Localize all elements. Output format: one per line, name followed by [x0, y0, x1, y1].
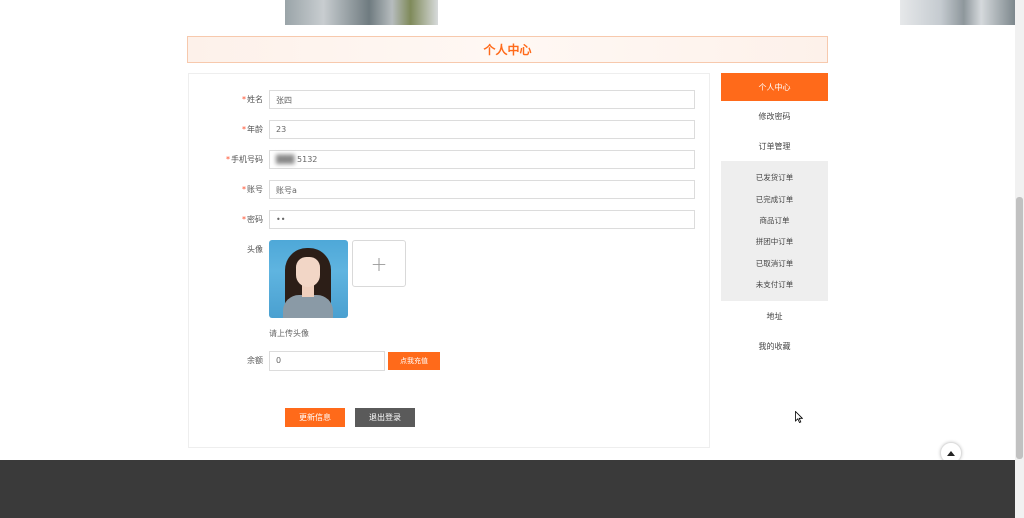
side-menu: 个人中心 修改密码 订单管理 已发货订单 已完成订单 商品订单 拼团中订单 已取… — [721, 73, 828, 361]
avatar-image[interactable] — [269, 240, 348, 318]
age-label: *年龄 — [242, 125, 263, 134]
menu-item-order-management[interactable]: 订单管理 — [721, 131, 828, 161]
name-row: *姓名 张四 — [189, 90, 711, 110]
menu-item-favorites[interactable]: 我的收藏 — [721, 331, 828, 361]
phone-value: 5132 — [297, 155, 318, 164]
age-row: *年龄 23 — [189, 120, 711, 140]
plus-icon: + — [370, 251, 388, 276]
footer — [0, 460, 1015, 518]
page-title-bar: 个人中心 — [187, 36, 828, 63]
submenu-item-group-buying[interactable]: 拼团中订单 — [721, 231, 828, 252]
avatar-upload-button[interactable]: + — [352, 240, 406, 287]
phone-label: *手机号码 — [226, 155, 263, 164]
logout-button[interactable]: 退出登录 — [355, 408, 415, 427]
page: 个人中心 *姓名 张四 *年龄 23 *手机号码 ███ 5132 *账号 账号… — [0, 0, 1024, 518]
password-input[interactable]: •• — [269, 210, 695, 229]
submenu-item-completed[interactable]: 已完成订单 — [721, 188, 828, 209]
submenu-item-cancelled[interactable]: 已取消订单 — [721, 253, 828, 274]
account-row: *账号 账号a — [189, 180, 711, 200]
phone-input[interactable]: ███ 5132 — [269, 150, 695, 169]
menu-item-change-password[interactable]: 修改密码 — [721, 101, 828, 131]
submenu-item-product-orders[interactable]: 商品订单 — [721, 210, 828, 231]
profile-form: *姓名 张四 *年龄 23 *手机号码 ███ 5132 *账号 账号a *密码… — [188, 73, 710, 448]
submenu-item-shipped[interactable]: 已发货订单 — [721, 167, 828, 188]
account-input[interactable]: 账号a — [269, 180, 695, 199]
submenu-item-unpaid[interactable]: 未支付订单 — [721, 274, 828, 295]
age-input[interactable]: 23 — [269, 120, 695, 139]
recharge-button[interactable]: 点我充值 — [388, 352, 440, 370]
banner-image-right — [900, 0, 1016, 25]
name-label: *姓名 — [242, 95, 263, 104]
phone-row: *手机号码 ███ 5132 — [189, 150, 711, 170]
menu-item-profile[interactable]: 个人中心 — [721, 73, 828, 101]
password-label: *密码 — [242, 215, 263, 224]
balance-input[interactable]: 0 — [269, 351, 385, 371]
avatar-label: 头像 — [247, 245, 263, 254]
balance-label: 余额 — [247, 356, 263, 365]
update-info-button[interactable]: 更新信息 — [285, 408, 345, 427]
upload-hint: 请上传头像 — [269, 329, 309, 338]
banner-image-left — [285, 0, 438, 25]
account-label: *账号 — [242, 185, 263, 194]
name-input[interactable]: 张四 — [269, 90, 695, 109]
page-title: 个人中心 — [483, 43, 532, 57]
order-submenu: 已发货订单 已完成订单 商品订单 拼团中订单 已取消订单 未支付订单 — [721, 161, 828, 302]
mouse-pointer-icon — [795, 411, 803, 423]
chevron-up-icon — [947, 450, 955, 456]
password-row: *密码 •• — [189, 210, 711, 230]
scrollbar-thumb[interactable] — [1016, 197, 1023, 459]
menu-item-address[interactable]: 地址 — [721, 301, 828, 331]
